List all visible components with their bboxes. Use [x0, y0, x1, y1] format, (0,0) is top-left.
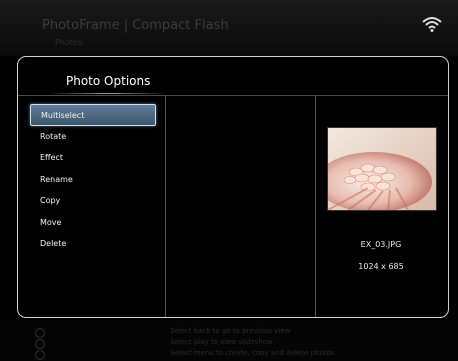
menu-item-effect[interactable]: Effect	[30, 147, 156, 169]
menu-icon	[35, 350, 45, 360]
options-menu: Multiselect Rotate Effect Rename Copy Mo…	[30, 104, 156, 255]
footer-hint-row: Select back to go to previous view	[0, 327, 458, 338]
background-title: PhotoFrame | Compact Flash	[42, 18, 229, 33]
footer-hint: Select play to view slideshow	[170, 338, 273, 346]
menu-item-copy[interactable]: Copy	[30, 190, 156, 212]
title-underline	[48, 93, 168, 94]
file-name: EX_03.JPG	[360, 240, 402, 249]
menu-item-delete[interactable]: Delete	[30, 233, 156, 255]
menu-item-multiselect[interactable]: Multiselect	[30, 104, 156, 126]
photo-thumbnail	[327, 127, 437, 211]
column-divider	[315, 96, 316, 317]
menu-item-move[interactable]: Move	[30, 212, 156, 234]
photo-options-dialog: Photo Options Multiselect Rotate Effect …	[17, 56, 449, 318]
menu-item-rotate[interactable]: Rotate	[30, 126, 156, 148]
footer-hint-row: Select menu to create, copy and delete p…	[0, 349, 458, 360]
dialog-title: Photo Options	[66, 74, 151, 88]
panel-divider	[18, 95, 448, 96]
wifi-icon	[422, 17, 442, 32]
background-subtitle: Photos	[55, 38, 82, 47]
background-header: PhotoFrame | Compact Flash Photos	[0, 0, 458, 56]
footer-hint-row: Select play to view slideshow	[0, 338, 458, 349]
background-footer: Select back to go to previous view Selec…	[0, 320, 458, 361]
footer-hint: Select back to go to previous view	[170, 327, 291, 335]
play-icon	[35, 339, 45, 349]
image-dimensions: 1024 x 685	[358, 262, 404, 271]
menu-item-rename[interactable]: Rename	[30, 169, 156, 191]
back-icon	[35, 328, 45, 338]
column-divider	[165, 96, 166, 317]
footer-hint: Select menu to create, copy and delete p…	[170, 349, 335, 357]
